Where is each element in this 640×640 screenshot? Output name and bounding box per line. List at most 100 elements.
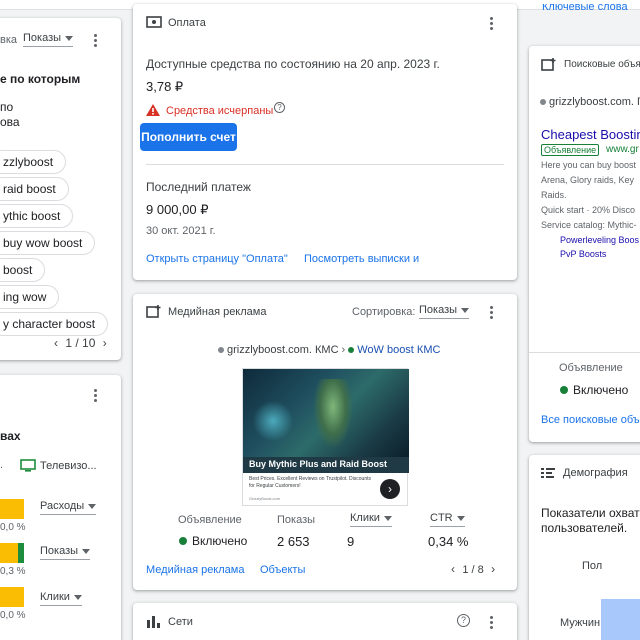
- metric-dropdown[interactable]: Расходы: [40, 500, 97, 515]
- sort-label: вка: [0, 34, 18, 46]
- breadcrumb-campaign[interactable]: WoW boost КМС: [357, 344, 440, 356]
- ad-badge: Объявление: [541, 144, 600, 156]
- ad-image: [243, 369, 409, 457]
- display-ad-icon: [146, 305, 161, 318]
- more-menu-icon[interactable]: [483, 614, 499, 630]
- devices-card: вах . Телевизо... 0,0 % Расходы 0,3 % По…: [0, 375, 121, 640]
- last-payment-label: Последний платеж: [146, 180, 251, 194]
- metric-pct: 0,0 %: [0, 610, 26, 621]
- available-funds-label: Доступные средства по состоянию на 20 ап…: [146, 57, 440, 71]
- ad-status: Включено: [560, 383, 628, 397]
- ad-line: Service catalog: Mythic-: [541, 220, 637, 230]
- breadcrumb-account[interactable]: grizzlyboost.com. КМС: [227, 344, 339, 356]
- all-search-ads-link[interactable]: Все поисковые объ: [541, 414, 640, 426]
- card-title: Поисковые объя: [564, 59, 640, 70]
- view-statements-link[interactable]: Посмотреть выписки и: [304, 253, 419, 265]
- metric-dropdown[interactable]: Показы: [40, 545, 91, 560]
- keyword-chip[interactable]: buy wow boost: [0, 231, 96, 255]
- status-dot-icon: [560, 386, 568, 394]
- col-header-ctr[interactable]: CTR: [430, 512, 465, 527]
- ad-domain: GrizzlyBoost.com: [249, 496, 281, 501]
- warning-icon: [146, 104, 160, 116]
- demography-card: Демография Показатели охвата пользовател…: [529, 455, 640, 640]
- card-title: Оплата: [168, 17, 206, 29]
- keyword-chip[interactable]: zzlyboost: [0, 150, 67, 174]
- metric-dropdown[interactable]: Клики: [40, 591, 82, 606]
- chevron-right-icon[interactable]: ›: [491, 562, 495, 576]
- metric-bar-segment: [18, 543, 24, 563]
- chevron-left-icon[interactable]: ‹: [54, 336, 58, 350]
- divider: [529, 352, 640, 353]
- metric-pct: 0,3 %: [0, 566, 26, 577]
- sitelink[interactable]: Powerleveling Boos: [560, 235, 639, 245]
- breadcrumb-separator: ›: [341, 344, 346, 356]
- bar-chart-icon: [147, 616, 160, 628]
- ad-description: Best Prices. Excellent Reviews on Trustp…: [249, 476, 371, 489]
- assets-link[interactable]: Объекты: [260, 564, 305, 576]
- keyword-chip[interactable]: boost: [0, 258, 46, 282]
- card-subtext-2: ова: [0, 115, 20, 129]
- search-ad-icon: [541, 58, 556, 71]
- account-dot-icon: [218, 347, 224, 353]
- metric-bar: [0, 543, 18, 563]
- col-header-ad: Объявление: [178, 514, 242, 526]
- card-title: Демография: [563, 467, 628, 479]
- card-heading: вах: [0, 429, 21, 443]
- card-subtext: по: [0, 100, 14, 114]
- campaign-breadcrumb: grizzlyboost.com. КМС › WoW boost КМС: [218, 344, 440, 356]
- chevron-left-icon[interactable]: ‹: [451, 562, 455, 576]
- col-header-clicks[interactable]: Клики: [350, 512, 392, 527]
- keyword-chip[interactable]: raid boost: [0, 177, 69, 201]
- banknote-icon: [146, 16, 162, 28]
- sort-dropdown[interactable]: Показы: [23, 32, 74, 47]
- ad-url: www.gr: [606, 144, 639, 155]
- display-ads-card: Медийная реклама Сортировка: Показы griz…: [133, 294, 517, 590]
- more-menu-icon[interactable]: [483, 304, 499, 320]
- ad-line: Quick start · 20% Disco: [541, 205, 636, 215]
- more-menu-icon[interactable]: [87, 387, 103, 403]
- topup-button[interactable]: Пополнить счет: [140, 123, 237, 151]
- ad-line: Raids.: [541, 190, 567, 200]
- chevron-down-icon: [461, 307, 470, 313]
- demography-icon: [541, 468, 555, 478]
- male-label: Мужчин: [560, 617, 601, 629]
- ctr-value: 0,34 %: [428, 534, 469, 549]
- available-funds-amount: 3,78 ₽: [146, 79, 184, 94]
- payment-card: Оплата Доступные средства по состоянию н…: [133, 4, 517, 280]
- keyword-chip[interactable]: y character boost: [0, 312, 109, 336]
- sort-label: Сортировка:: [352, 306, 416, 318]
- search-ad-title[interactable]: Cheapest Boosting: [541, 127, 640, 142]
- col-header-ad: Объявление: [559, 362, 623, 374]
- open-payment-link[interactable]: Открыть страницу "Оплата": [146, 253, 288, 265]
- legend-marker: .: [0, 459, 4, 471]
- more-menu-icon[interactable]: [483, 15, 499, 31]
- help-icon[interactable]: ?: [274, 102, 285, 113]
- metric-bar: [0, 499, 24, 519]
- ad-line: Arena, Glory raids, Key: [541, 175, 635, 185]
- ad-arrow-button[interactable]: ›: [380, 479, 400, 499]
- ad-preview[interactable]: Buy Mythic Plus and Raid Boost Best Pric…: [242, 368, 409, 506]
- ad-line: Here you can buy boost: [541, 160, 637, 170]
- reach-text-2: пользователей.: [541, 521, 628, 535]
- clicks-value: 9: [347, 534, 355, 549]
- pager: ‹ 1 / 10 ›: [54, 336, 107, 350]
- more-menu-icon[interactable]: [87, 32, 103, 48]
- keyword-chip[interactable]: ing wow: [0, 285, 60, 309]
- keywords-card: вка Показы е по которым по ова zzlyboost…: [0, 18, 121, 360]
- legend-tv-label: Телевизо...: [40, 460, 97, 472]
- tv-icon: [20, 459, 36, 472]
- impressions-value: 2 653: [277, 534, 310, 549]
- networks-card: Сети ?: [133, 603, 517, 640]
- display-ads-link[interactable]: Медийная реклама: [146, 564, 244, 576]
- help-icon[interactable]: ?: [457, 614, 470, 627]
- search-ads-card: Поисковые объя grizzlyboost.com. П Cheap…: [529, 46, 640, 442]
- chevron-right-icon[interactable]: ›: [103, 336, 107, 350]
- metric-pct: 0,0 %: [0, 522, 26, 533]
- card-title: Сети: [168, 616, 193, 628]
- keyword-chip[interactable]: ythic boost: [0, 204, 74, 228]
- keywords-link[interactable]: Ключевые слова: [542, 4, 628, 14]
- sort-dropdown[interactable]: Показы: [419, 304, 470, 319]
- sitelink[interactable]: PvP Boosts: [560, 249, 606, 259]
- ad-image-figure: [313, 379, 353, 449]
- warning-text: Средства исчерпаны: [166, 105, 274, 117]
